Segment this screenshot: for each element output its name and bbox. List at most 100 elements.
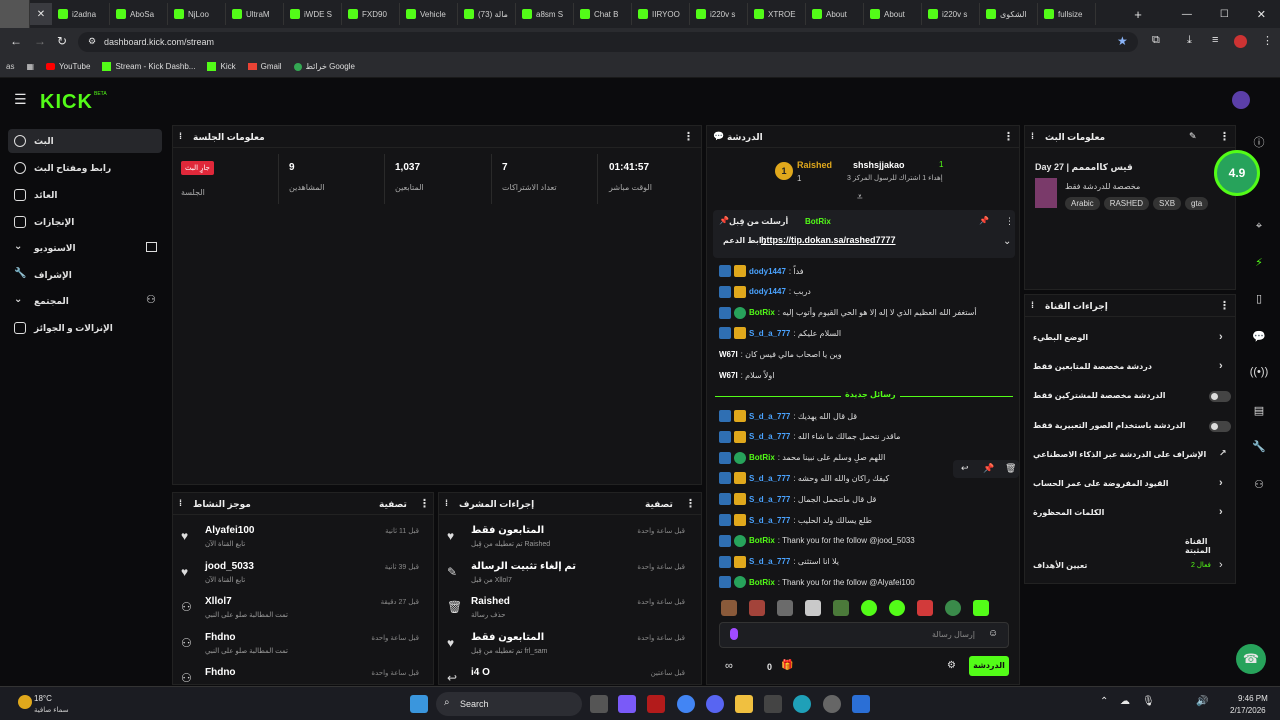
new-tab-icon[interactable]: + [1134,7,1142,22]
chat-username[interactable]: S_d_a_777 [749,495,790,504]
emote-icon[interactable] [777,600,793,616]
chat-username[interactable]: dody1447 [749,287,786,296]
expand-icon[interactable]: ⩡ [857,192,863,203]
chat-message[interactable]: dody1447: فداً [719,262,1015,280]
chat-message[interactable]: W67I: اولاً سلام [719,366,1015,384]
weather-icon[interactable] [18,695,32,709]
tools-icon[interactable]: 🔧 [1246,440,1272,460]
download-icon[interactable]: ⤓ [1187,34,1192,47]
channel-action-row[interactable]: الكلمات المحظورة › [1031,504,1229,524]
points-icon[interactable]: ∞ [725,660,733,672]
bookmark-youtube[interactable]: YouTube [46,62,90,71]
chat-message[interactable]: S_d_a_777: قل قال ماتتحمل الجمال [719,490,1015,508]
category-name[interactable]: مخصصة للدردشة فقط [1065,182,1140,191]
chat-username[interactable]: S_d_a_777 [749,329,790,338]
chat-message[interactable]: S_d_a_777: السلام عليكم [719,324,1015,342]
browser-tab[interactable]: i220v s [922,3,980,25]
volume-icon[interactable]: 🔊 [1196,696,1208,707]
bookmark-kick[interactable]: Kick [207,62,236,71]
activity-user[interactable]: Xllol7 [205,596,232,607]
sidebar-item-community[interactable]: ⌄ المجتمع ⚇ [8,289,162,313]
chat-username[interactable]: W67I [719,350,738,359]
kick-logo[interactable]: KICK [40,91,93,114]
emote-icon[interactable] [945,600,961,616]
panel-menu-icon[interactable]: ⋮ [1219,130,1230,143]
browser-tab[interactable]: fullsize [1038,3,1096,25]
browser-tab[interactable]: FXD90 [342,3,400,25]
browser-tab[interactable]: IIRYOO [632,3,690,25]
maximize-icon[interactable]: ☐ [1220,9,1229,20]
browser-tab[interactable]: About [864,3,922,25]
chat-message[interactable]: BotRix: أستغفر الله العظيم الذي لا إله إ… [719,304,1015,322]
chevron-down-icon[interactable]: ⌄ [1003,236,1011,247]
rating-badge[interactable]: 4.9 [1214,150,1260,196]
apps-icon[interactable]: ▦ [26,62,34,71]
forward-icon[interactable]: → [34,34,46,48]
clock-date[interactable]: 2/17/2026 [1230,706,1266,715]
browser-tab[interactable]: i220v s [690,3,748,25]
store-icon[interactable] [764,695,782,713]
delete-icon[interactable]: 🗑 [1005,463,1016,474]
panel-menu-icon[interactable]: ⋮ [683,130,694,143]
channel-action-row[interactable]: الإشراف على الدردشة عبر الذكاء الاصطناعي… [1031,446,1229,466]
info-icon[interactable]: ⓘ [1246,134,1272,154]
chrome-icon[interactable] [677,695,695,713]
sidebar-item-drops[interactable]: الإنزالات و الجوائز [8,316,162,340]
pinned-menu-icon[interactable]: ⋮ [1005,216,1014,227]
bolt-icon[interactable]: ⚡ [1246,256,1272,276]
browser-tab[interactable]: a8sm S [516,3,574,25]
profile-avatar[interactable] [0,0,30,28]
layout-icon[interactable]: ▤ [1246,404,1272,424]
panel-menu-icon[interactable]: ⋮ [685,497,696,510]
toggle-switch[interactable] [1209,420,1231,432]
chat-message[interactable]: BotRix: Thank you for the follow @jood_5… [719,532,1015,550]
top-user1[interactable]: Raished [797,160,832,170]
chat-username[interactable]: dody1447 [749,267,786,276]
target-icon[interactable]: ⌖ [1246,220,1272,240]
broadcast-icon[interactable]: ((•)) [1246,366,1272,386]
activity-user[interactable]: Alyafei100 [205,525,254,536]
filter-button[interactable]: تصفية [645,499,673,510]
channel-action-row[interactable]: الدردشة باستخدام الصور التعبيرية فقط [1031,417,1231,437]
chat-username[interactable]: S_d_a_777 [749,516,790,525]
chat-message[interactable]: BotRix: Thank you for the follow @Alyafe… [719,573,1015,591]
emote-icon[interactable] [889,600,905,616]
task-view-icon[interactable] [590,695,608,713]
chat-username[interactable]: S_d_a_777 [749,432,790,441]
settings-icon[interactable]: ⚙ [947,660,956,671]
chat-input[interactable]: إرسال رسالة ☺ [719,622,1009,648]
chat-username[interactable]: S_d_a_777 [749,412,790,421]
browser-tab[interactable]: AboSa [110,3,168,25]
gift-icon[interactable]: 🎁 [781,660,793,671]
sidebar-item-stream[interactable]: البث [8,129,162,153]
drag-handle-icon[interactable]: ⁞ [179,498,182,508]
minimize-icon[interactable]: — [1182,9,1192,20]
emote-icon[interactable] [749,600,765,616]
reply-icon[interactable]: ↩ [961,463,969,474]
channel-action-row[interactable]: القيود المفروضة على عمر الحساب › [1031,475,1229,495]
channel-action-row[interactable]: دردشة مخصصة للمتابعين فقط › [1031,358,1229,378]
unpin-icon[interactable]: 📌 [979,216,989,225]
people-icon[interactable]: ⚇ [1246,478,1272,498]
explorer-icon[interactable] [735,695,753,713]
pinned-link[interactable]: https://tip.dokan.sa/rashed7777 [761,235,896,245]
drag-handle-icon[interactable]: ⁞ [1031,131,1034,141]
drag-handle-icon[interactable]: ⁞ [1031,300,1034,310]
stream-tag[interactable]: SXB [1153,197,1182,210]
stream-tag[interactable]: RASHED [1103,197,1150,210]
chat-username[interactable]: BotRix [749,536,775,545]
activity-user[interactable]: Fhdno [205,632,236,643]
browser-tab[interactable]: About [806,3,864,25]
site-info-icon[interactable]: ⚙ [88,36,96,47]
edge-icon[interactable] [793,695,811,713]
emoji-icon[interactable]: ☺ [988,628,998,639]
support-button[interactable]: ☎ [1236,644,1266,674]
category-thumbnail[interactable] [1035,178,1057,208]
network-icon[interactable]: ☁ [1120,696,1130,707]
close-icon[interactable]: ✕ [37,9,45,20]
taskbar-search[interactable]: ⌕ Search [436,692,582,716]
acrobat-icon[interactable] [647,695,665,713]
chat-username[interactable]: W67I [719,371,738,380]
browser-tab[interactable]: Vehicle [400,3,458,25]
chat-username[interactable]: S_d_a_777 [749,557,790,566]
